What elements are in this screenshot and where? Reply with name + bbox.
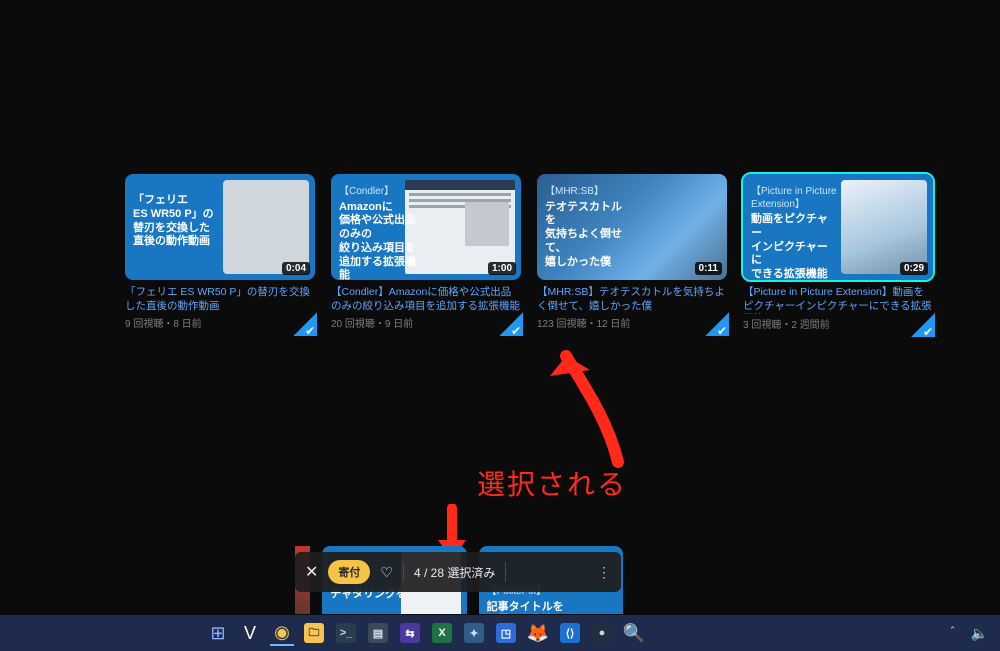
thumbnail-text: 【Picture in Picture Extension】動画をピクチャー イ…	[751, 186, 837, 280]
explorer-icon[interactable]: 🗀	[302, 621, 326, 645]
app-icon-4[interactable]: ◳	[494, 621, 518, 645]
video-thumbnail[interactable]: 【Condler】Amazonに 価格や公式出品のみの 絞り込み項目を 追加する…	[331, 174, 521, 280]
app-icon-2[interactable]: ⇆	[398, 621, 422, 645]
video-title[interactable]: 【MHR:SB】テオテスカトルを気持ちよく倒せて、嬉しかった僕	[537, 286, 727, 313]
duration-badge: 0:11	[695, 262, 722, 275]
terminal-icon[interactable]: >_	[334, 621, 358, 645]
more-icon[interactable]: ⋮	[597, 564, 611, 581]
separator	[505, 562, 506, 582]
video-card[interactable]: 「フェリエ ES WR50 P」の 替刃を交換した 直後の動作動画0:04「フェ…	[125, 174, 315, 335]
video-card-meta: 【MHR:SB】テオテスカトルを気持ちよく倒せて、嬉しかった僕 123 回視聴・1…	[537, 286, 727, 334]
selection-toolbar: ✕ 寄付 ♡ 4 / 28 選択済み ⋮	[295, 552, 621, 592]
thumbnail-text: 【Condler】Amazonに 価格や公式出品のみの 絞り込み項目を 追加する…	[339, 186, 425, 280]
taskbar-apps: ⊞ V ◉ 🗀 >_ ▤ ⇆ X ✦ ◳ 🦊 ⟨⟩ ● 🔍	[206, 620, 646, 646]
video-thumbnail[interactable]: 【MHR:SB】テオテスカトルを 気持ちよく倒せて、 嬉しかった僕 0:11	[537, 174, 727, 280]
video-stats: 3 回視聴・2 週間前	[743, 316, 933, 331]
annotation-arrow-up	[548, 332, 638, 472]
video-card-meta: 【Picture in Picture Extension】動画をピクチャーイン…	[743, 286, 933, 335]
lower-card-text: 記事タイトルを 取得する方法	[487, 601, 573, 615]
thumbnail-text: 【MHR:SB】テオテスカトルを 気持ちよく倒せて、 嬉しかった僕	[545, 186, 631, 269]
video-card-meta: 【Condler】Amazonに価格や公式出品のみの絞り込み項目を追加する拡張機…	[331, 286, 521, 334]
taskbar: ⊞ V ◉ 🗀 >_ ▤ ⇆ X ✦ ◳ 🦊 ⟨⟩ ● 🔍 ＾ 🔈	[0, 615, 1000, 651]
video-card[interactable]: 【Condler】Amazonに 価格や公式出品のみの 絞り込み項目を 追加する…	[331, 174, 521, 335]
thumbnail-header: 【Condler】	[339, 186, 425, 199]
video-card-row: 「フェリエ ES WR50 P」の 替刃を交換した 直後の動作動画0:04「フェ…	[125, 174, 933, 335]
tray-chevron-icon[interactable]: ＾	[947, 625, 959, 642]
thumbnail-header: 【MHR:SB】	[545, 186, 631, 199]
duration-badge: 0:29	[900, 262, 928, 275]
heart-icon[interactable]: ♡	[380, 564, 393, 581]
video-title[interactable]: 「フェリエ ES WR50 P」の替刃を交換した直後の動作動画	[125, 286, 315, 313]
video-stats: 20 回視聴・9 日前	[331, 315, 521, 330]
chrome-icon[interactable]: ◉	[270, 620, 294, 646]
video-card[interactable]: 【Picture in Picture Extension】動画をピクチャー イ…	[743, 174, 933, 335]
video-thumbnail[interactable]: 「フェリエ ES WR50 P」の 替刃を交換した 直後の動作動画 0:04	[125, 174, 315, 280]
app-icon-1[interactable]: ▤	[366, 621, 390, 645]
duration-badge: 1:00	[488, 262, 516, 275]
search-icon[interactable]: 🔍	[622, 621, 646, 645]
thumbnail-header: 【Picture in Picture Extension】	[751, 186, 837, 211]
firefox-icon[interactable]: 🦊	[526, 621, 550, 645]
video-thumbnail[interactable]: 【Picture in Picture Extension】動画をピクチャー イ…	[743, 174, 933, 280]
selection-count-text: 4 / 28 選択済み	[414, 564, 495, 581]
video-title[interactable]: 【Condler】Amazonに価格や公式出品のみの絞り込み項目を追加する拡張機…	[331, 286, 521, 313]
close-icon[interactable]: ✕	[305, 562, 318, 582]
vscode-icon[interactable]: ⟨⟩	[558, 621, 582, 645]
app-icon-3[interactable]: ✦	[462, 621, 486, 645]
thumbnail-text: 「フェリエ ES WR50 P」の 替刃を交換した 直後の動作動画	[133, 192, 219, 249]
app-icon-5[interactable]: ●	[590, 621, 614, 645]
tray-volume-icon[interactable]: 🔈	[971, 625, 988, 642]
video-title[interactable]: 【Picture in Picture Extension】動画をピクチャーイン…	[743, 286, 933, 314]
system-tray: ＾ 🔈	[947, 625, 988, 642]
video-card-meta: 「フェリエ ES WR50 P」の替刃を交換した直後の動作動画 9 回視聴・8 日…	[125, 286, 315, 334]
video-stats: 9 回視聴・8 日前	[125, 315, 315, 330]
duration-badge: 0:04	[282, 262, 310, 275]
start-icon[interactable]: ⊞	[206, 621, 230, 645]
separator	[403, 562, 404, 582]
video-card[interactable]: 【MHR:SB】テオテスカトルを 気持ちよく倒せて、 嬉しかった僕0:11【MH…	[537, 174, 727, 335]
excel-icon[interactable]: X	[430, 621, 454, 645]
vivaldi-icon[interactable]: V	[238, 621, 262, 645]
donate-button[interactable]: 寄付	[328, 560, 370, 584]
video-stats: 123 回視聴・12 日前	[537, 315, 727, 330]
